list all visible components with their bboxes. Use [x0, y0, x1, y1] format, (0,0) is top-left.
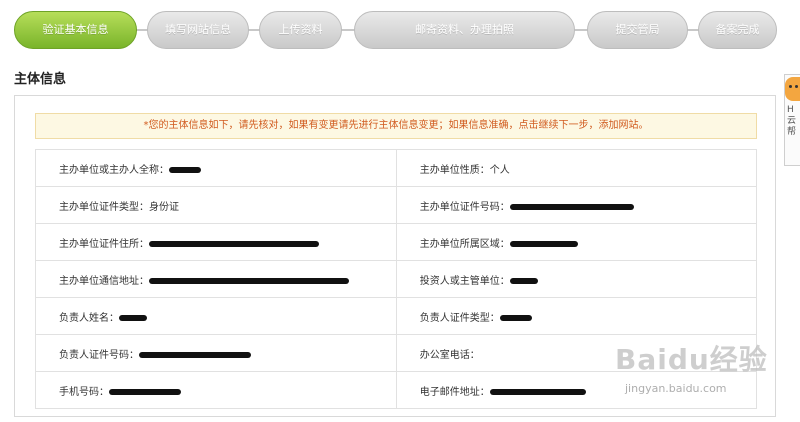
table-row: 主办单位证件类型：身份证 主办单位证件号码： [35, 186, 758, 224]
subject-info-panel: *您的主体信息如下，请先核对，如果有变更请先进行主体信息变更；如果信息准确，点击… [14, 95, 776, 417]
redaction-mark [109, 388, 181, 395]
table-cell: 办公室电话： [395, 334, 758, 372]
subject-info-table: 主办单位或主办人全称： 主办单位性质：个人 主办单位证件类型：身份证 主办单位证… [35, 149, 758, 409]
section-title: 主体信息 [14, 72, 67, 87]
table-row: 主办单位通信地址： 投资人或主管单位： [35, 260, 758, 298]
table-cell: 电子邮件地址： [395, 371, 758, 409]
redaction-mark [509, 277, 538, 284]
field-label: 负责人证件类型： [419, 312, 500, 324]
redaction-mark [509, 240, 578, 247]
redaction-mark [169, 166, 201, 173]
step-submit-bureau[interactable]: 提交管局 [587, 11, 688, 49]
table-cell: 主办单位或主办人全称： [35, 149, 397, 187]
field-label: 主办单位所属区域： [419, 238, 510, 250]
redaction-mark [489, 388, 586, 395]
field-label: 办公室电话： [419, 349, 480, 361]
field-label: 主办单位证件住所： [59, 238, 149, 250]
field-label: 手机号码： [59, 386, 109, 398]
table-cell: 投资人或主管单位： [395, 260, 758, 298]
assistant-widget[interactable]: H云帮 [784, 74, 800, 166]
field-label: 主办单位性质： [419, 164, 490, 176]
info-notice: *您的主体信息如下，请先核对，如果有变更请先进行主体信息变更；如果信息准确，点击… [35, 113, 757, 139]
field-label: 投资人或主管单位： [419, 275, 510, 287]
table-cell: 主办单位证件号码： [395, 186, 758, 224]
field-label: 主办单位证件号码： [419, 201, 510, 213]
field-label: 主办单位证件类型： [59, 201, 149, 213]
redaction-mark [499, 314, 532, 321]
field-label: 负责人姓名： [59, 312, 119, 324]
field-value: 身份证 [149, 201, 179, 213]
table-cell: 主办单位证件类型：身份证 [35, 186, 397, 224]
field-label: 电子邮件地址： [419, 386, 490, 398]
step-mail-and-photo[interactable]: 邮寄资料、办理拍照 [354, 11, 575, 49]
table-row: 主办单位或主办人全称： 主办单位性质：个人 [35, 149, 758, 187]
step-upload-materials[interactable]: 上传资料 [259, 11, 342, 49]
table-cell: 主办单位性质：个人 [395, 149, 758, 187]
redaction-mark [119, 314, 147, 321]
mascot-icon [785, 77, 800, 101]
table-cell: 负责人证件号码： [35, 334, 397, 372]
table-cell: 主办单位通信地址： [35, 260, 397, 298]
table-row: 主办单位证件住所： 主办单位所属区域： [35, 223, 758, 261]
table-row: 负责人姓名： 负责人证件类型： [35, 297, 758, 335]
table-cell: 负责人姓名： [35, 297, 397, 335]
redaction-mark [149, 277, 349, 284]
table-cell: 主办单位所属区域： [395, 223, 758, 261]
table-cell: 主办单位证件住所： [35, 223, 397, 261]
table-cell: 负责人证件类型： [395, 297, 758, 335]
field-label: 负责人证件号码： [59, 349, 139, 361]
step-verify-basic-info[interactable]: 验证基本信息 [14, 11, 137, 49]
table-cell: 手机号码： [35, 371, 397, 409]
redaction-mark [139, 351, 251, 358]
field-value: 个人 [489, 164, 510, 176]
step-complete[interactable]: 备案完成 [698, 11, 777, 49]
assistant-widget-label: H云帮 [787, 105, 797, 137]
field-label: 主办单位通信地址： [59, 275, 149, 287]
table-row: 负责人证件号码： 办公室电话： [35, 334, 758, 372]
redaction-mark [509, 203, 634, 210]
step-fill-website-info[interactable]: 填写网站信息 [147, 11, 249, 49]
field-label: 主办单位或主办人全称： [59, 164, 169, 176]
progress-steps: 验证基本信息 填写网站信息 上传资料 邮寄资料、办理拍照 提交管局 备案完成 [0, 0, 800, 62]
redaction-mark [149, 240, 319, 247]
table-row: 手机号码： 电子邮件地址： [35, 371, 758, 409]
